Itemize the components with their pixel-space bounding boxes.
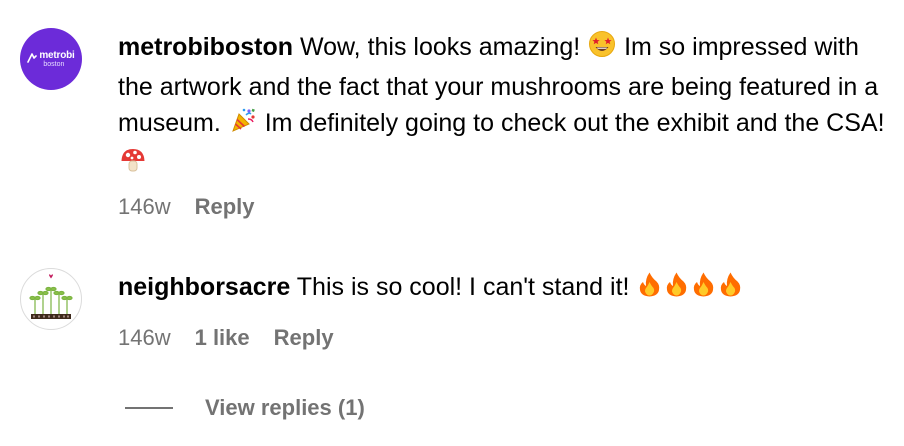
comment-text: metrobiboston Wow, this looks amazing! I…: [118, 29, 900, 184]
sprouts-logo-icon: [29, 274, 73, 319]
fire-emoji-icon: [664, 271, 689, 309]
view-replies-button[interactable]: View replies (1): [125, 395, 365, 421]
comment-meta: 146w 1 like Reply: [118, 325, 334, 351]
avatar[interactable]: [20, 268, 82, 330]
mushroom-emoji-icon: [119, 146, 147, 185]
divider-line: [125, 407, 173, 409]
timestamp[interactable]: 146w: [118, 194, 171, 220]
fire-emoji-icon: [691, 271, 716, 309]
avatar[interactable]: metrobi boston: [20, 28, 82, 90]
comment-text: neighborsacre This is so cool! I can't s…: [118, 269, 900, 309]
username[interactable]: neighborsacre: [118, 273, 290, 301]
fire-emoji-icon: [718, 271, 743, 309]
likes-count-button[interactable]: 1 like: [195, 325, 250, 351]
star-struck-emoji-icon: [588, 30, 616, 69]
view-replies-label: View replies (1): [205, 395, 365, 420]
party-popper-emoji-icon: [229, 106, 257, 145]
username[interactable]: metrobiboston: [118, 33, 293, 61]
logo-word: metrobi: [39, 49, 75, 61]
logo-sub: boston: [43, 60, 65, 68]
fire-emoji-icon: [637, 271, 662, 309]
metrobi-mark-icon: [27, 53, 38, 63]
comment-text-part: Wow, this looks amazing!: [299, 33, 588, 61]
comment-text-part: Im definitely going to check out the exh…: [257, 109, 885, 137]
comment-meta: 146w Reply: [118, 194, 255, 220]
reply-button[interactable]: Reply: [274, 325, 334, 351]
timestamp[interactable]: 146w: [118, 325, 171, 351]
metrobi-logo: metrobi boston: [27, 49, 75, 68]
reply-button[interactable]: Reply: [195, 194, 255, 220]
comment-text-part: This is so cool! I can't stand it!: [296, 273, 637, 301]
